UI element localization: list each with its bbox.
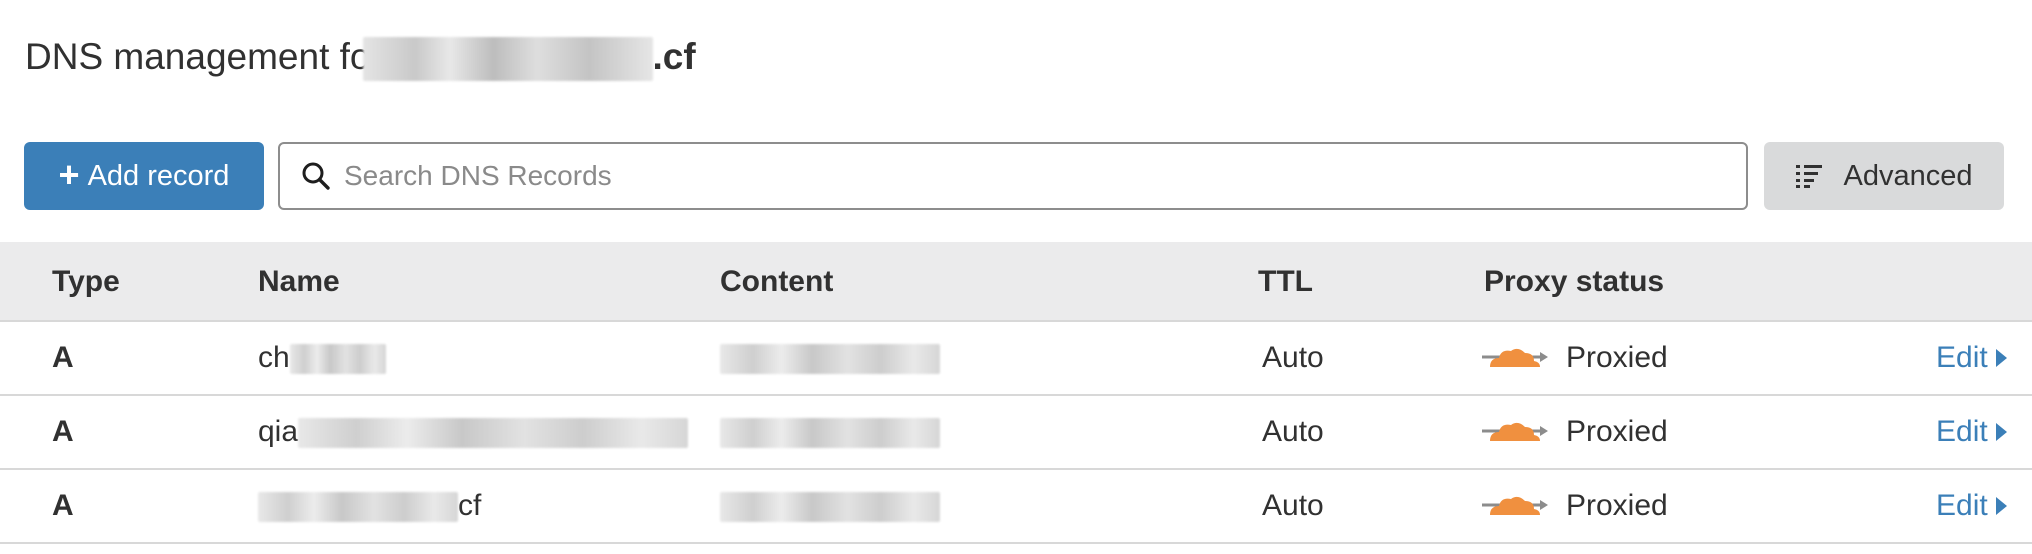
- page-title-suffix: .cf: [652, 36, 696, 77]
- dns-toolbar: + Add record Advanced: [24, 142, 2004, 210]
- page-title-prefix: DNS management fo: [25, 36, 371, 77]
- table-header: Type Name Content TTL Proxy status: [0, 242, 2032, 322]
- advanced-label: Advanced: [1843, 159, 1973, 192]
- cloud-proxied-icon: [1482, 496, 1548, 515]
- search-input[interactable]: [342, 159, 1746, 193]
- redacted-ip: [720, 492, 940, 523]
- caret-right-icon: [1995, 497, 2007, 515]
- header-name[interactable]: Name: [258, 242, 340, 322]
- page-title: DNS management fo .cf: [25, 30, 696, 84]
- record-name: ch: [258, 322, 386, 394]
- record-name: qia: [258, 396, 689, 468]
- proxy-status: Proxied: [1482, 470, 1668, 542]
- dns-records-table: Type Name Content TTL Proxy status A ch …: [0, 242, 2032, 544]
- add-record-label: Add record: [87, 159, 230, 192]
- redacted-text: [289, 344, 386, 375]
- cloud-proxied-icon: [1482, 348, 1548, 367]
- proxy-status: Proxied: [1482, 322, 1668, 394]
- redacted-domain: [362, 37, 653, 82]
- redacted-text: [258, 492, 458, 523]
- record-ttl: Auto: [1262, 341, 1324, 374]
- search-dns-field[interactable]: [278, 142, 1748, 210]
- redacted-ip: [720, 418, 940, 449]
- record-content: [720, 396, 940, 468]
- search-icon: [302, 162, 330, 190]
- edit-link[interactable]: Edit: [1936, 470, 2007, 542]
- edit-link[interactable]: Edit: [1936, 322, 2007, 394]
- add-record-button[interactable]: + Add record: [24, 142, 264, 210]
- record-type: A: [52, 341, 74, 374]
- record-content: [720, 322, 940, 394]
- record-ttl: Auto: [1262, 489, 1324, 522]
- proxy-status-label: Proxied: [1566, 341, 1668, 374]
- record-ttl: Auto: [1262, 415, 1324, 448]
- redacted-ip: [720, 344, 940, 375]
- list-filter-icon: [1795, 165, 1822, 188]
- record-content: [720, 470, 940, 542]
- record-name: cf: [258, 470, 481, 542]
- table-row[interactable]: A ch Auto Proxied Edit: [0, 322, 2032, 396]
- caret-right-icon: [1995, 423, 2007, 441]
- header-proxy-status[interactable]: Proxy status: [1484, 242, 1664, 322]
- table-row[interactable]: A cf Auto Proxied Edit: [0, 470, 2032, 544]
- header-type[interactable]: Type: [52, 242, 120, 322]
- header-content[interactable]: Content: [720, 242, 833, 322]
- edit-link[interactable]: Edit: [1936, 396, 2007, 468]
- cloud-proxied-icon: [1482, 422, 1548, 441]
- proxy-status-label: Proxied: [1566, 415, 1668, 448]
- record-type: A: [52, 489, 74, 522]
- redacted-text: [298, 418, 689, 449]
- advanced-button[interactable]: Advanced: [1764, 142, 2004, 210]
- proxy-status: Proxied: [1482, 396, 1668, 468]
- proxy-status-label: Proxied: [1566, 489, 1668, 522]
- plus-icon: +: [58, 153, 80, 195]
- caret-right-icon: [1995, 349, 2007, 367]
- record-type: A: [52, 415, 74, 448]
- table-row[interactable]: A qia Auto Proxied Edit: [0, 396, 2032, 470]
- header-ttl[interactable]: TTL: [1258, 242, 1313, 322]
